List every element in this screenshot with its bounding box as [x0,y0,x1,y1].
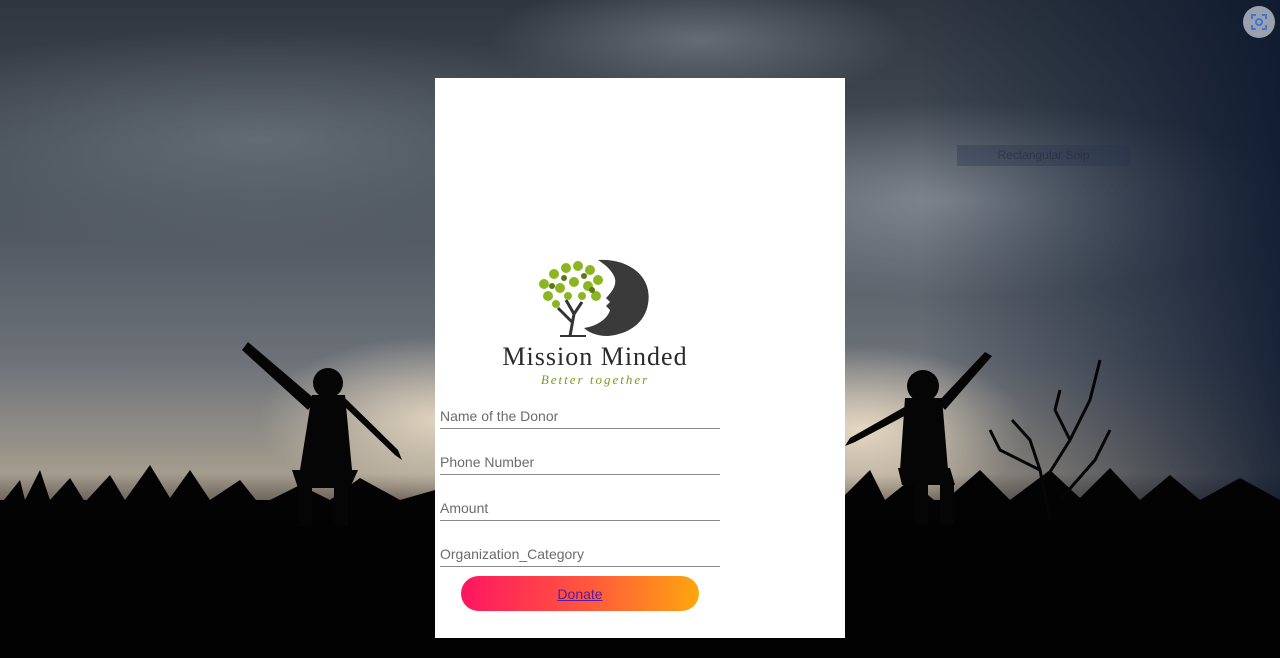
donation-card: Mission Minded Better together Donate [435,78,845,638]
amount-input[interactable] [440,496,720,521]
donor-name-input[interactable] [440,404,720,429]
donate-button[interactable]: Donate [461,576,699,611]
screen-capture-button[interactable] [1243,6,1275,38]
tree-head-logo-icon [539,259,649,337]
snip-overlay-label: Rectangular Snip [957,145,1130,166]
screen-capture-icon [1251,14,1267,30]
logo-subtitle: Better together [540,372,650,387]
organization-category-input[interactable] [440,542,720,567]
logo-title: Mission Minded [502,342,688,371]
mission-minded-logo: Mission Minded Better together [448,256,718,387]
phone-number-input[interactable] [440,450,720,475]
